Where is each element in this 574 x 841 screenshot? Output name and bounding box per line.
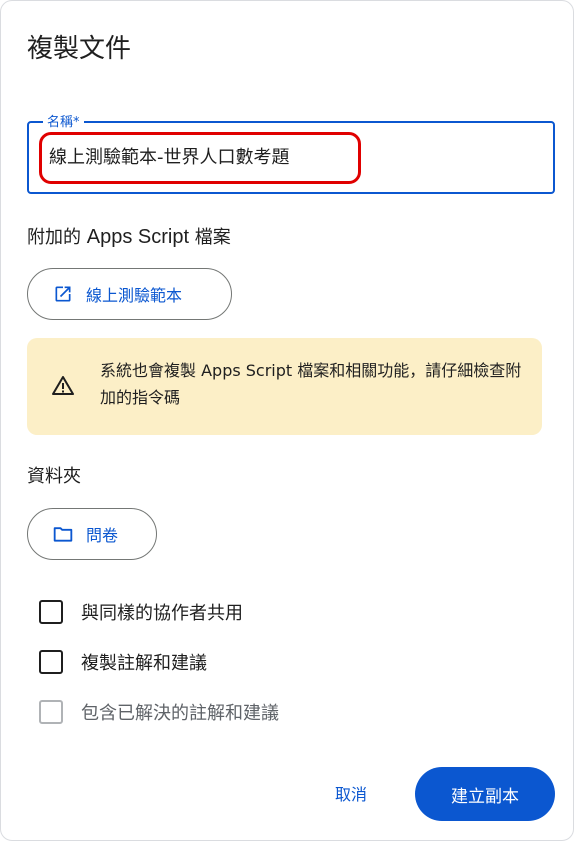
copy-comments-label: 複製註解和建議 — [81, 653, 207, 674]
apps-script-label-bold: Apps Script — [86, 226, 189, 248]
warning-text: 系統也會複製 Apps Script 檔案和相關功能，請仔細檢查附加的指令碼 — [100, 361, 522, 407]
copy-comments-option[interactable]: 複製註解和建議 — [39, 649, 207, 675]
dialog-title: 複製文件 — [27, 34, 132, 64]
cancel-button[interactable]: 取消 — [335, 781, 367, 805]
include-resolved-option: 包含已解決的註解和建議 — [39, 699, 279, 725]
folder-chip[interactable]: 問卷 — [27, 508, 157, 560]
name-input[interactable] — [49, 145, 529, 166]
copy-document-dialog: 複製文件 名稱* 附加的 Apps Script 檔案 線上測驗範本 系統也會複… — [0, 0, 574, 841]
open-in-new-icon — [52, 283, 74, 305]
share-collaborators-checkbox[interactable] — [39, 600, 63, 624]
share-collaborators-option[interactable]: 與同樣的協作者共用 — [39, 599, 243, 625]
apps-script-section-label: 附加的 Apps Script 檔案 — [27, 223, 231, 249]
include-resolved-checkbox — [39, 700, 63, 724]
apps-script-link-chip[interactable]: 線上測驗範本 — [27, 268, 232, 320]
apps-script-chip-label: 線上測驗範本 — [86, 286, 183, 305]
copy-comments-checkbox[interactable] — [39, 650, 63, 674]
warning-icon — [51, 374, 75, 398]
folder-icon — [52, 523, 74, 545]
folder-chip-label: 問卷 — [86, 526, 119, 545]
warning-banner: 系統也會複製 Apps Script 檔案和相關功能，請仔細檢查附加的指令碼 — [27, 338, 542, 435]
share-collaborators-label: 與同樣的協作者共用 — [81, 603, 243, 624]
folder-section-label: 資料夾 — [27, 466, 81, 487]
include-resolved-label: 包含已解決的註解和建議 — [81, 703, 279, 724]
apps-script-label-suffix: 檔案 — [189, 227, 231, 248]
name-field-label: 名稱* — [43, 111, 84, 130]
apps-script-label-prefix: 附加的 — [27, 227, 87, 248]
create-copy-button[interactable]: 建立副本 — [415, 767, 555, 821]
